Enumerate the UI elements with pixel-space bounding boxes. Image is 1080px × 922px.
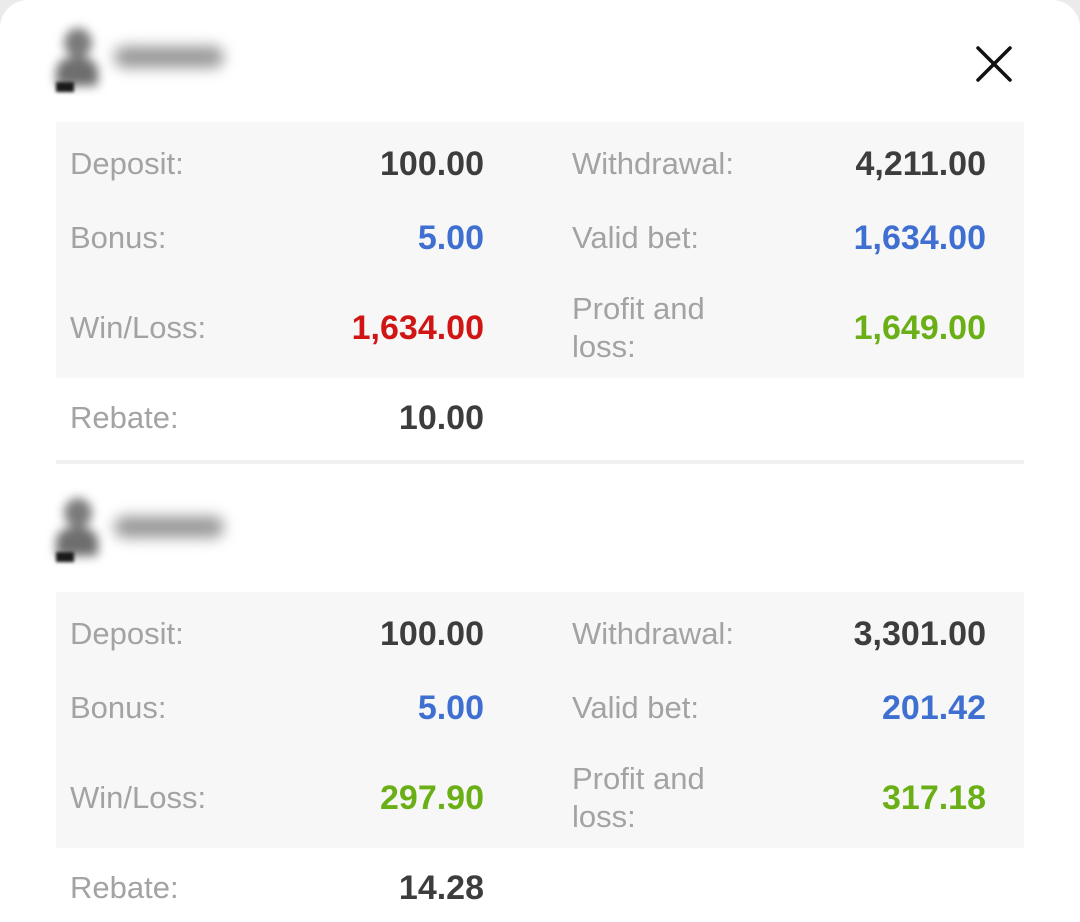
win-loss-value: 297.90 [380, 778, 484, 817]
profit-and-loss-label: Profit and loss: [572, 761, 705, 834]
username-blurred: jimqin [114, 46, 224, 68]
close-button[interactable] [968, 38, 1020, 90]
bonus-stat: Bonus: 5.00 [56, 208, 484, 268]
withdrawal-label: Withdrawal: [572, 616, 734, 651]
valid-bet-label: Valid bet: [572, 220, 699, 255]
win-loss-stat: Win/Loss: 297.90 [56, 753, 484, 843]
deposit-value: 100.00 [380, 144, 484, 183]
rebate-label: Rebate: [70, 400, 179, 435]
profit-and-loss-stat: Profit and loss: 317.18 [558, 753, 986, 843]
close-icon [976, 46, 1012, 82]
valid-bet-stat: Valid bet: 201.42 [558, 678, 986, 738]
avatar-corner [56, 552, 74, 562]
stats-bottom-sheet: jimqin Deposit: 100.00 Withdrawal: 4,211… [0, 0, 1080, 922]
username-blurred: vbruwnp [114, 516, 224, 538]
bonus-label: Bonus: [70, 220, 167, 255]
win-loss-value: 1,634.00 [351, 308, 484, 347]
valid-bet-stat: Valid bet: 1,634.00 [558, 208, 986, 268]
stats-panel: Deposit: 100.00 Withdrawal: 4,211.00 Bon… [56, 122, 1024, 378]
rebate-stat: Rebate: 14.28 [56, 858, 484, 918]
withdrawal-value: 3,301.00 [853, 614, 986, 653]
withdrawal-label: Withdrawal: [572, 146, 734, 181]
valid-bet-value: 1,634.00 [853, 218, 986, 257]
record-divider [56, 460, 1024, 464]
bonus-label: Bonus: [70, 690, 167, 725]
rebate-value: 10.00 [398, 398, 484, 437]
win-loss-stat: Win/Loss: 1,634.00 [56, 283, 484, 373]
withdrawal-value: 4,211.00 [855, 144, 986, 183]
valid-bet-label: Valid bet: [572, 690, 699, 725]
bonus-stat: Bonus: 5.00 [56, 678, 484, 738]
bonus-value: 5.00 [417, 688, 484, 727]
rebate-stat: Rebate: 10.00 [56, 388, 484, 448]
profit-and-loss-stat: Profit and loss: 1,649.00 [558, 283, 986, 373]
avatar-corner [56, 82, 74, 92]
profit-and-loss-value: 317.18 [882, 778, 986, 817]
valid-bet-value: 201.42 [882, 688, 986, 727]
deposit-label: Deposit: [70, 616, 184, 651]
profit-and-loss-value: 1,649.00 [853, 308, 986, 347]
deposit-stat: Deposit: 100.00 [56, 134, 484, 194]
stats-panel: Deposit: 100.00 Withdrawal: 3,301.00 Bon… [56, 592, 1024, 848]
profit-and-loss-label: Profit and loss: [572, 291, 705, 364]
user-row: jimqin [52, 22, 272, 92]
withdrawal-stat: Withdrawal: 4,211.00 [558, 134, 986, 194]
rebate-value: 14.28 [398, 868, 484, 907]
user-row: vbruwnp [52, 492, 272, 562]
deposit-stat: Deposit: 100.00 [56, 604, 484, 664]
win-loss-label: Win/Loss: [70, 310, 207, 345]
deposit-label: Deposit: [70, 146, 184, 181]
rebate-label: Rebate: [70, 870, 179, 905]
bonus-value: 5.00 [417, 218, 484, 257]
user-avatar-icon [56, 498, 102, 558]
deposit-value: 100.00 [380, 614, 484, 653]
withdrawal-stat: Withdrawal: 3,301.00 [558, 604, 986, 664]
win-loss-label: Win/Loss: [70, 780, 207, 815]
user-avatar-icon [56, 28, 102, 88]
